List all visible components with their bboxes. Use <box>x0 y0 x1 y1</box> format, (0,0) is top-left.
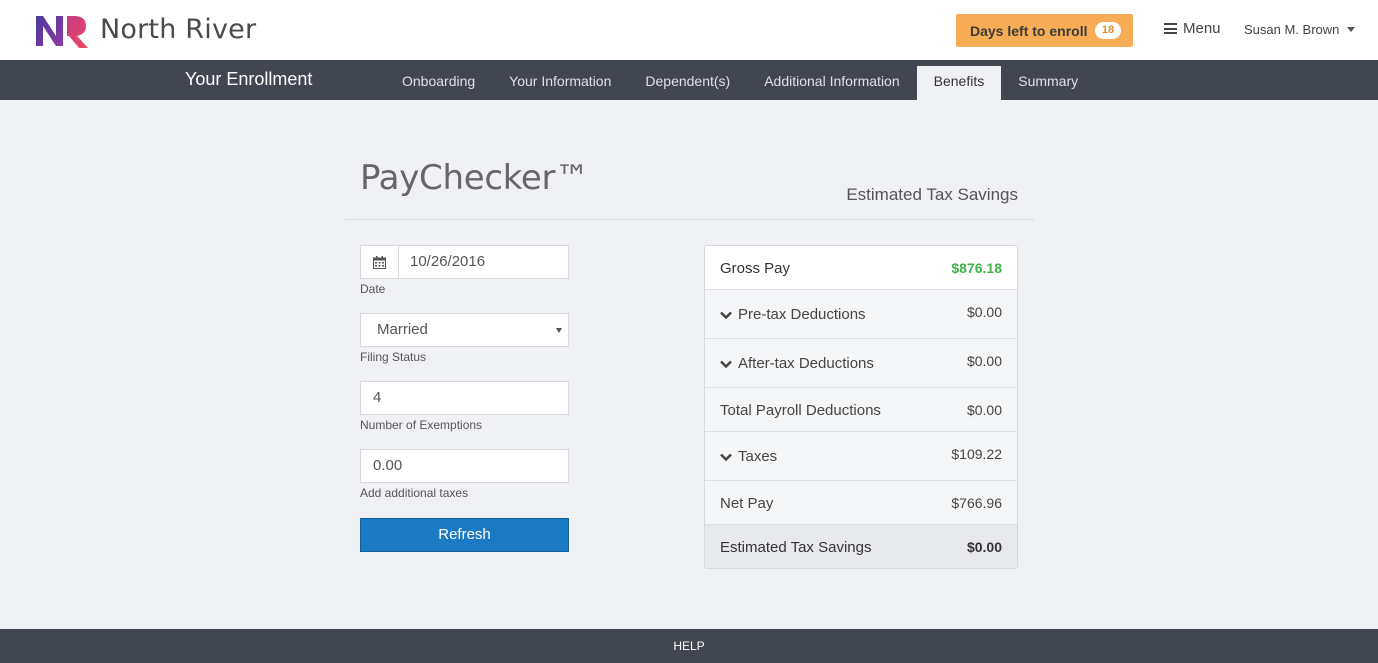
date-input[interactable]: 10/26/2016 <box>399 246 485 278</box>
taxes-amount: $109.22 <box>951 446 1002 462</box>
pretax-deductions-amount: $0.00 <box>966 304 1002 320</box>
refresh-button[interactable]: Refresh <box>360 518 569 552</box>
net-pay-amount: $766.96 <box>951 495 1002 511</box>
days-left-badge: 18 <box>1095 22 1121 39</box>
page-title: PayChecker™ <box>360 158 589 198</box>
caret-down-icon <box>1347 27 1356 32</box>
pretax-label-wrap: Pre-tax Deductions <box>720 306 866 323</box>
date-label: Date <box>360 282 386 296</box>
tab-dependents[interactable]: Dependent(s) <box>628 66 747 100</box>
exemptions-input[interactable]: 4 <box>360 381 569 415</box>
chevron-down-icon <box>720 311 732 319</box>
pretax-deductions-row[interactable]: Pre-tax Deductions $0.00 <box>705 290 1017 339</box>
pretax-deductions-label: Pre-tax Deductions <box>738 306 866 323</box>
tab-onboarding[interactable]: Onboarding <box>385 66 492 100</box>
filing-status-select[interactable]: Married <box>360 313 569 347</box>
exemptions-label: Number of Exemptions <box>360 418 483 432</box>
tab-your-information[interactable]: Your Information <box>492 66 628 100</box>
chevron-down-icon <box>720 360 732 368</box>
select-arrow-icon <box>556 328 562 333</box>
chevron-down-icon <box>720 453 732 461</box>
total-payroll-deductions-amount: $0.00 <box>966 402 1002 418</box>
paycheck-summary-panel: Gross Pay $876.18 Pre-tax Deductions $0.… <box>704 245 1018 569</box>
nav-tabs: Onboarding Your Information Dependent(s)… <box>385 66 1095 100</box>
gross-pay-label: Gross Pay <box>720 260 791 277</box>
footer-bar: HELP <box>0 629 1378 663</box>
tab-summary[interactable]: Summary <box>1001 66 1095 100</box>
taxes-label: Taxes <box>738 448 778 465</box>
brand-name: North River <box>100 14 257 45</box>
estimated-tax-savings-label: Estimated Tax Savings <box>720 539 872 556</box>
date-input-group[interactable]: 10/26/2016 <box>360 245 569 279</box>
menu-button[interactable]: Menu <box>1164 20 1221 37</box>
gross-pay-amount: $876.18 <box>951 260 1002 276</box>
nav-title: Your Enrollment <box>185 69 313 89</box>
user-menu-dropdown[interactable]: Susan M. Brown <box>1244 22 1356 37</box>
divider <box>345 219 1034 220</box>
user-name: Susan M. Brown <box>1244 22 1340 37</box>
north-river-logo[interactable] <box>34 12 90 50</box>
taxes-row[interactable]: Taxes $109.22 <box>705 432 1017 481</box>
hamburger-icon <box>1164 23 1177 34</box>
gross-pay-row: Gross Pay $876.18 <box>705 246 1017 290</box>
aftertax-label-wrap: After-tax Deductions <box>720 355 874 372</box>
enroll-label: Days left to enroll <box>970 22 1088 39</box>
aftertax-deductions-amount: $0.00 <box>966 353 1002 369</box>
calendar-icon[interactable] <box>361 246 399 278</box>
menu-label: Menu <box>1183 20 1221 37</box>
estimated-tax-savings-heading: Estimated Tax Savings <box>846 185 1018 204</box>
taxes-label-wrap: Taxes <box>720 448 777 465</box>
estimated-tax-savings-amount: $0.00 <box>966 539 1002 555</box>
filing-status-label: Filing Status <box>360 350 427 364</box>
days-left-to-enroll-button[interactable]: Days left to enroll 18 <box>956 14 1133 47</box>
total-payroll-deductions-row: Total Payroll Deductions $0.00 <box>705 388 1017 432</box>
filing-status-value: Married <box>377 321 428 338</box>
additional-taxes-label: Add additional taxes <box>360 486 469 500</box>
aftertax-deductions-row[interactable]: After-tax Deductions $0.00 <box>705 339 1017 388</box>
top-header: North River Days left to enroll 18 Menu … <box>0 0 1378 60</box>
net-pay-label: Net Pay <box>720 495 774 512</box>
tab-additional-information[interactable]: Additional Information <box>747 66 916 100</box>
total-payroll-deductions-label: Total Payroll Deductions <box>720 402 881 419</box>
net-pay-row: Net Pay $766.96 <box>705 481 1017 525</box>
enrollment-nav-bar: Your Enrollment Onboarding Your Informat… <box>0 60 1378 100</box>
help-link[interactable]: HELP <box>0 639 1378 653</box>
aftertax-deductions-label: After-tax Deductions <box>738 355 874 372</box>
additional-taxes-input[interactable]: 0.00 <box>360 449 569 483</box>
estimated-tax-savings-row: Estimated Tax Savings $0.00 <box>705 525 1017 568</box>
tab-benefits[interactable]: Benefits <box>916 66 1002 100</box>
